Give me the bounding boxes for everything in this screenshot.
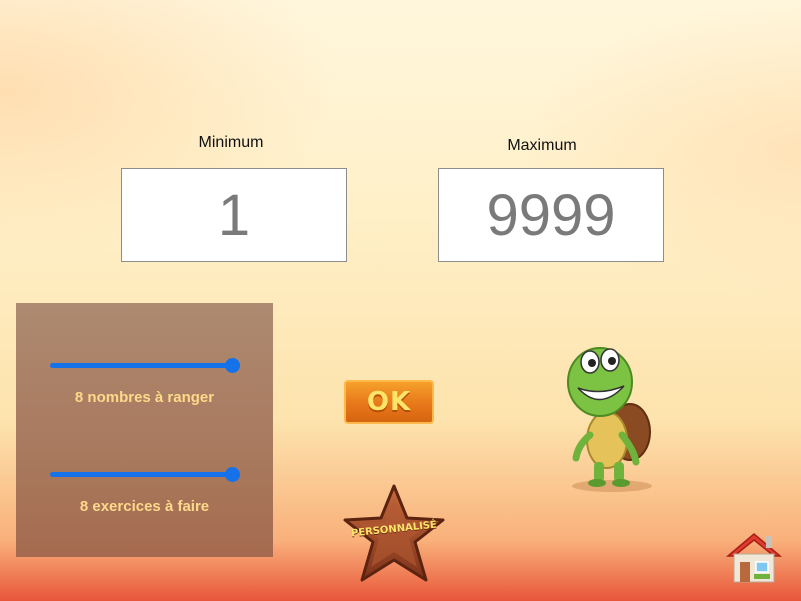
- minimum-label: Minimum: [198, 134, 264, 151]
- numbers-count-caption: 8 nombres à ranger: [74, 389, 215, 406]
- ok-button[interactable]: OK: [344, 380, 434, 424]
- exercises-count-slider[interactable]: [50, 467, 240, 482]
- slider-thumb[interactable]: [225, 358, 240, 373]
- minimum-input[interactable]: 1: [121, 168, 347, 262]
- home-icon[interactable]: [724, 530, 784, 586]
- maximum-input[interactable]: 9999: [438, 168, 664, 262]
- turtle-mascot-icon: [567, 347, 652, 492]
- customize-star-button[interactable]: PERSONNALISÉ: [340, 482, 448, 586]
- slider-track: [50, 363, 234, 368]
- settings-panel: 8 nombres à ranger 8 exercices à faire: [16, 303, 273, 557]
- slider-thumb[interactable]: [225, 467, 240, 482]
- numbers-count-slider[interactable]: [50, 358, 240, 373]
- slider-track: [50, 472, 234, 477]
- maximum-label: Maximum: [507, 137, 577, 154]
- exercises-count-caption: 8 exercices à faire: [79, 498, 210, 515]
